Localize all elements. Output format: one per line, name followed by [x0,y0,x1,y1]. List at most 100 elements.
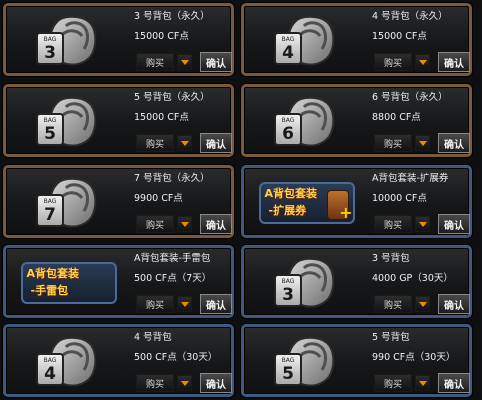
duration-dropdown-button[interactable] [415,296,430,312]
item-price: 990 CF点（30天） [372,352,456,363]
bag-5-icon: BAG 5 [16,93,121,150]
item-name: 5 号背包（永久） [134,92,210,103]
duration-dropdown-button[interactable] [177,135,192,151]
chevron-down-icon [180,140,189,146]
bag-label-text: BAG [43,357,56,364]
bag-label-text: BAG [281,278,294,285]
item-info: 7 号背包（永久） 9900 CF点 [134,173,232,205]
purchase-controls: 购买 确认 [136,294,232,314]
purchase-controls: 购买 确认 [136,133,232,153]
bag-3-icon: BAG 3 [254,254,359,311]
duration-dropdown-button[interactable] [415,216,430,232]
chevron-down-icon [418,380,427,386]
confirm-button[interactable]: 确认 [200,52,232,72]
item-price: 9900 CF点 [134,193,183,204]
duration-dropdown-button[interactable] [415,375,430,391]
shop-item-card: BAG 6 6 号背包（永久） 8800 CF点 购买 确认 [241,84,472,157]
shop-item-card: A背包套装 -扩展券 + A背包套装-扩展券 10000 CF点 购买 确认 [241,165,472,238]
purchase-controls: 购买 确认 [374,133,470,153]
shop-item-grid: BAG 3 3 号背包（永久） 15000 CF点 购买 确认 BAG 4 4 … [0,0,482,400]
shop-item-card: BAG 3 3 号背包 4000 GP（30天） 购买 确认 [241,245,472,318]
confirm-button[interactable]: 确认 [438,133,470,153]
duration-dropdown-button[interactable] [177,54,192,70]
item-info: A背包套装-扩展券 10000 CF点 [372,173,470,205]
bag-number-text: 5 [282,364,294,384]
item-price: 500 CF点（30天） [134,352,218,363]
item-price: 15000 CF点 [134,112,189,123]
purchase-controls: 购买 确认 [136,52,232,72]
buy-button[interactable]: 购买 [374,215,412,233]
confirm-button[interactable]: 确认 [200,294,232,314]
confirm-button[interactable]: 确认 [200,214,232,234]
duration-dropdown-button[interactable] [415,135,430,151]
buy-button[interactable]: 购买 [374,374,412,392]
shop-item-card: BAG 4 4 号背包（永久） 15000 CF点 购买 确认 [241,3,472,76]
chevron-down-icon [180,301,189,307]
plus-icon: + [339,202,353,222]
purchase-controls: 购买 确认 [374,52,470,72]
banner-title: A背包套装 [26,266,80,280]
confirm-button[interactable]: 确认 [438,373,470,393]
bag-5-icon: BAG 5 [254,333,359,390]
buy-button[interactable]: 购买 [136,295,174,313]
item-info: 4 号背包（永久） 15000 CF点 [372,11,470,43]
chevron-down-icon [418,301,427,307]
item-price: 8800 CF点 [372,112,421,123]
shop-item-card: BAG 3 3 号背包（永久） 15000 CF点 购买 确认 [3,3,234,76]
bag-number-text: 3 [44,43,56,63]
duration-dropdown-button[interactable] [415,54,430,70]
confirm-button[interactable]: 确认 [438,214,470,234]
bag-4-icon: BAG 4 [16,333,121,390]
buy-button[interactable]: 购买 [374,53,412,71]
buy-button[interactable]: 购买 [374,134,412,152]
duration-dropdown-button[interactable] [177,375,192,391]
item-name: 4 号背包（永久） [372,11,448,22]
buy-button[interactable]: 购买 [136,134,174,152]
item-info: 3 号背包 4000 GP（30天） [372,253,470,285]
buy-button[interactable]: 购买 [136,215,174,233]
item-name: A背包套装-手雷包 [134,253,211,264]
buy-button[interactable]: 购买 [136,374,174,392]
item-name: 4 号背包 [134,332,172,343]
buy-button[interactable]: 购买 [136,53,174,71]
confirm-button[interactable]: 确认 [200,373,232,393]
bag-number-text: 4 [44,364,56,384]
bag-suit-grenade-icon: A背包套装 -手雷包 [16,254,121,311]
item-info: A背包套装-手雷包 500 CF点（7天） [134,253,232,285]
bag-suit-expansion-icon: A背包套装 -扩展券 + [254,174,359,231]
item-price: 500 CF点（7天） [134,273,212,284]
bag-number-text: 7 [44,205,56,225]
bag-7-icon: BAG 7 [16,174,121,231]
item-info: 5 号背包 990 CF点（30天） [372,332,470,364]
bag-label-text: BAG [43,36,56,43]
item-name: 5 号背包 [372,332,410,343]
item-name: A背包套装-扩展券 [372,173,449,184]
bag-number-text: 6 [282,124,294,144]
item-info: 6 号背包（永久） 8800 CF点 [372,92,470,124]
buy-button[interactable]: 购买 [374,295,412,313]
bag-6-icon: BAG 6 [254,93,359,150]
duration-dropdown-button[interactable] [177,216,192,232]
item-price: 15000 CF点 [134,31,189,42]
shop-item-card: BAG 7 7 号背包（永久） 9900 CF点 购买 确认 [3,165,234,238]
purchase-controls: 购买 确认 [136,214,232,234]
shop-item-card: A背包套装 -手雷包 A背包套装-手雷包 500 CF点（7天） 购买 确认 [3,245,234,318]
purchase-controls: 购买 确认 [374,214,470,234]
banner-subtitle: -扩展券 [268,203,307,217]
bag-label-text: BAG [43,117,56,124]
item-name: 3 号背包 [372,253,410,264]
bag-4-icon: BAG 4 [254,12,359,69]
chevron-down-icon [418,140,427,146]
duration-dropdown-button[interactable] [177,296,192,312]
chevron-down-icon [180,380,189,386]
confirm-button[interactable]: 确认 [200,133,232,153]
bag-number-text: 5 [44,124,56,144]
item-price: 15000 CF点 [372,31,427,42]
chevron-down-icon [418,59,427,65]
confirm-button[interactable]: 确认 [438,294,470,314]
purchase-controls: 购买 确认 [374,373,470,393]
bag-label-text: BAG [281,36,294,43]
suit-banner: A背包套装 -手雷包 [20,261,117,304]
confirm-button[interactable]: 确认 [438,52,470,72]
suit-banner: A背包套装 -扩展券 + [258,181,355,224]
